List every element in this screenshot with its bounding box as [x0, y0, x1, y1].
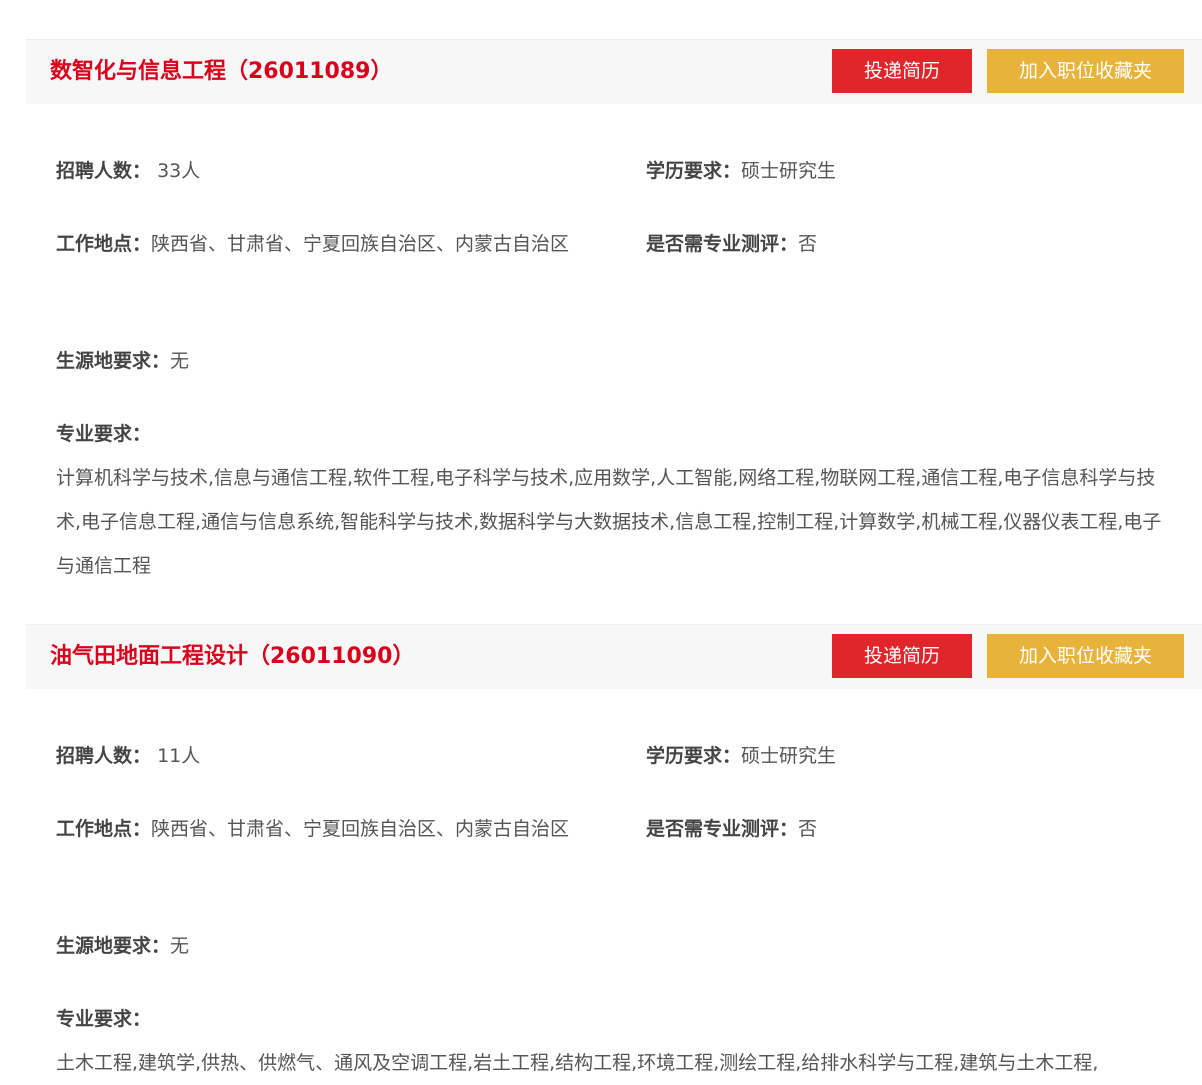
add-to-favorites-button[interactable]: 加入职位收藏夹 — [987, 634, 1184, 678]
job-title[interactable]: 油气田地面工程设计（26011090） — [50, 625, 414, 689]
add-to-favorites-button[interactable]: 加入职位收藏夹 — [987, 49, 1184, 93]
evaluation-label: 是否需专业测评： — [646, 818, 799, 840]
major-requirement-value: 计算机科学与技术,信息与通信工程,软件工程,电子科学与技术,应用数学,人工智能,… — [56, 467, 1162, 577]
education-label: 学历要求： — [646, 160, 742, 182]
work-location-label: 工作地点： — [56, 233, 152, 255]
apply-resume-button[interactable]: 投递简历 — [832, 49, 972, 93]
education-requirement: 学历要求：硕士研究生 — [646, 734, 836, 778]
evaluation-value: 否 — [798, 233, 818, 255]
work-location-value: 陕西省、甘肃省、宁夏回族自治区、内蒙古自治区 — [151, 233, 570, 255]
education-label: 学历要求： — [646, 745, 742, 767]
origin-value: 无 — [170, 350, 190, 372]
recruit-count-value: 11人 — [157, 745, 201, 767]
major-requirement-label-row: 专业要求： — [56, 997, 151, 1041]
origin-requirement: 生源地要求：无 — [56, 339, 189, 383]
evaluation-requirement: 是否需专业测评：否 — [646, 222, 817, 266]
evaluation-label: 是否需专业测评： — [646, 233, 799, 255]
major-label: 专业要求： — [56, 1008, 152, 1030]
major-requirement-value: 土木工程,建筑学,供热、供燃气、通风及空调工程,岩土工程,结构工程,环境工程,测… — [56, 1052, 1099, 1074]
major-requirement-label-row: 专业要求： — [56, 412, 151, 456]
major-label: 专业要求： — [56, 423, 152, 445]
origin-value: 无 — [170, 935, 190, 957]
work-location: 工作地点：陕西省、甘肃省、宁夏回族自治区、内蒙古自治区 — [56, 807, 586, 851]
recruit-count-label: 招聘人数： — [56, 745, 152, 767]
job-header: 数智化与信息工程（26011089） 投递简历 加入职位收藏夹 — [26, 39, 1202, 104]
origin-label: 生源地要求： — [56, 350, 171, 372]
origin-label: 生源地要求： — [56, 935, 171, 957]
apply-resume-button[interactable]: 投递简历 — [832, 634, 972, 678]
origin-requirement: 生源地要求：无 — [56, 924, 189, 968]
job-title[interactable]: 数智化与信息工程（26011089） — [50, 40, 392, 104]
education-value: 硕士研究生 — [741, 160, 837, 182]
work-location: 工作地点：陕西省、甘肃省、宁夏回族自治区、内蒙古自治区 — [56, 222, 586, 266]
job-header: 油气田地面工程设计（26011090） 投递简历 加入职位收藏夹 — [26, 624, 1202, 689]
evaluation-value: 否 — [798, 818, 818, 840]
education-requirement: 学历要求：硕士研究生 — [646, 149, 836, 193]
recruit-count: 招聘人数： 11人 — [56, 734, 200, 778]
education-value: 硕士研究生 — [741, 745, 837, 767]
work-location-value: 陕西省、甘肃省、宁夏回族自治区、内蒙古自治区 — [151, 818, 570, 840]
recruit-count-value: 33人 — [157, 160, 201, 182]
recruit-count: 招聘人数： 33人 — [56, 149, 200, 193]
work-location-label: 工作地点： — [56, 818, 152, 840]
evaluation-requirement: 是否需专业测评：否 — [646, 807, 817, 851]
recruit-count-label: 招聘人数： — [56, 160, 152, 182]
